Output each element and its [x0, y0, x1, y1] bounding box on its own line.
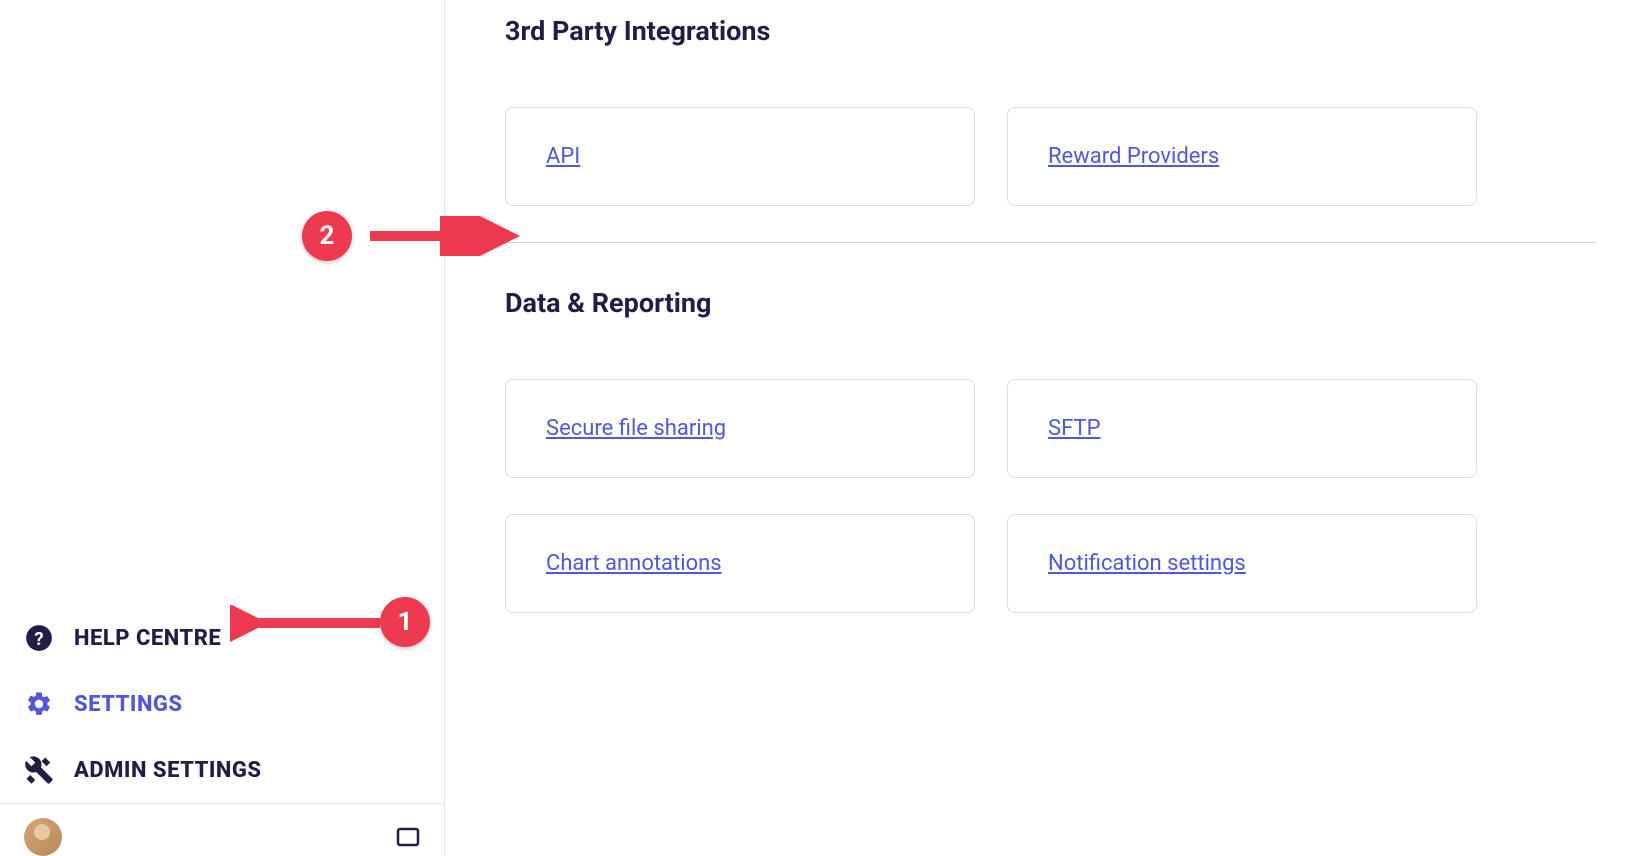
section-title-data-reporting: Data & Reporting [505, 287, 1596, 319]
card-chart-annotations[interactable]: Chart annotations [505, 514, 975, 613]
sidebar-item-label: ADMIN SETTINGS [74, 758, 262, 783]
section-title-integrations: 3rd Party Integrations [505, 15, 1596, 47]
link-api[interactable]: API [546, 144, 580, 169]
card-secure-file-sharing[interactable]: Secure file sharing [505, 379, 975, 478]
section-divider [475, 242, 1596, 243]
annotation-badge-2-text: 2 [320, 221, 335, 251]
help-icon: ? [24, 623, 54, 653]
sidebar-item-settings[interactable]: SETTINGS [0, 671, 444, 737]
annotation-badge-1-text: 1 [398, 607, 413, 637]
sidebar-item-label: SETTINGS [74, 692, 183, 717]
link-chart-annotations[interactable]: Chart annotations [546, 551, 722, 576]
annotation-arrow-2 [360, 216, 520, 256]
sidebar: ? HELP CENTRE SETTINGS ADMIN SETTINGS [0, 0, 445, 856]
annotation-arrow-1 [230, 605, 390, 645]
card-notification-settings[interactable]: Notification settings [1007, 514, 1477, 613]
svg-text:?: ? [34, 628, 43, 650]
sidebar-item-label: HELP CENTRE [74, 626, 221, 651]
link-reward-providers[interactable]: Reward Providers [1048, 144, 1219, 169]
card-row: Chart annotations Notification settings [505, 514, 1596, 613]
card-row: API Reward Providers [505, 107, 1596, 206]
link-notification-settings[interactable]: Notification settings [1048, 551, 1246, 576]
card-reward-providers[interactable]: Reward Providers [1007, 107, 1477, 206]
card-api[interactable]: API [505, 107, 975, 206]
annotation-badge-2: 2 [302, 211, 352, 261]
link-secure-file-sharing[interactable]: Secure file sharing [546, 416, 726, 441]
avatar [24, 818, 62, 856]
annotation-badge-1: 1 [380, 597, 430, 647]
tools-icon [24, 755, 54, 785]
main-content: 3rd Party Integrations API Reward Provid… [445, 0, 1626, 856]
profile-row[interactable] [0, 804, 444, 856]
link-sftp[interactable]: SFTP [1048, 416, 1100, 441]
card-row: Secure file sharing SFTP [505, 379, 1596, 478]
card-sftp[interactable]: SFTP [1007, 379, 1477, 478]
sidebar-item-admin-settings[interactable]: ADMIN SETTINGS [0, 737, 444, 803]
gear-icon [24, 689, 54, 719]
expand-icon [396, 827, 420, 847]
